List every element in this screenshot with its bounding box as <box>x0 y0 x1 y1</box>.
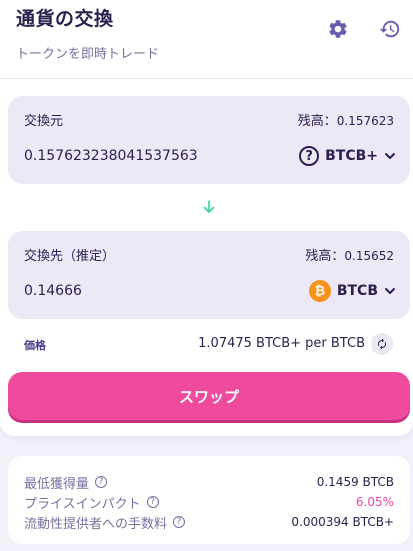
swap-button[interactable]: スワップ <box>8 372 410 420</box>
bitcoin-icon: ₿ <box>308 280 331 302</box>
price-impact-value: 6.05% <box>355 495 394 509</box>
lp-fee-label: 流動性提供者への手数料 <box>24 516 168 532</box>
price-value: 1.07475 BTCB+ per BTCB <box>198 336 365 351</box>
header: 通貨の交換 トークンを即時トレード <box>16 4 159 62</box>
help-icon[interactable]: ? <box>173 516 186 528</box>
refresh-icon <box>378 338 386 350</box>
to-token-name: BTCB <box>336 283 378 299</box>
price-impact-label: プライスインパクト <box>24 496 141 512</box>
to-label: 交換先（推定） <box>24 249 116 264</box>
from-balance-value: 0.157623 <box>336 114 394 128</box>
min-received-label: 最低獲得量 <box>24 476 90 492</box>
arrow-down-icon <box>203 200 215 213</box>
min-received-row: 最低獲得量 ? 0.1459 BTCB <box>24 472 394 492</box>
chevron-down-icon <box>385 153 395 159</box>
from-token-select[interactable]: ? BTCB+ <box>299 142 396 170</box>
to-panel: 交換先（推定） 残高：0.15652 ₿ BTCB <box>8 231 410 319</box>
from-panel: 交換元 残高：0.157623 ? BTCB+ <box>8 96 410 184</box>
history-icon <box>379 20 400 38</box>
from-label: 交換元 <box>24 114 64 129</box>
trade-details: 最低獲得量 ? 0.1459 BTCB プライスインパクト ? 6.05% 流動… <box>8 456 410 544</box>
to-token-select[interactable]: ₿ BTCB <box>308 277 396 305</box>
price-invert-button[interactable] <box>371 333 393 355</box>
page-title: 通貨の交換 <box>16 8 114 30</box>
page-subtitle: トークンを即時トレード <box>16 47 160 62</box>
settings-button[interactable] <box>324 15 352 43</box>
lp-fee-value: 0.000394 BTCB+ <box>291 515 394 529</box>
unknown-token-icon: ? <box>299 146 320 166</box>
from-token-name: BTCB+ <box>325 148 378 164</box>
from-amount-input[interactable] <box>24 148 274 164</box>
switch-direction-button[interactable] <box>200 198 218 216</box>
header-divider <box>0 78 413 79</box>
chevron-down-icon <box>385 288 395 294</box>
help-icon[interactable]: ? <box>95 476 108 488</box>
help-icon[interactable]: ? <box>146 496 159 508</box>
from-balance-label: 残高： <box>297 114 337 129</box>
price-label: 価格 <box>24 339 46 352</box>
history-button[interactable] <box>376 15 404 43</box>
min-received-value: 0.1459 BTCB <box>316 475 394 489</box>
lp-fee-row: 流動性提供者への手数料 ? 0.000394 BTCB+ <box>24 512 394 532</box>
to-amount-input[interactable] <box>24 283 274 299</box>
price-impact-row: プライスインパクト ? 6.05% <box>24 492 394 512</box>
to-balance-label: 残高： <box>305 249 345 264</box>
from-balance: 残高：0.157623 <box>298 110 394 129</box>
to-balance: 残高：0.15652 <box>305 245 394 264</box>
gear-icon <box>329 20 347 38</box>
swap-card: 通貨の交換 トークンを即時トレード 交換元 残高：0.157623 ? BTCB… <box>0 0 413 436</box>
to-balance-value: 0.15652 <box>344 249 394 263</box>
